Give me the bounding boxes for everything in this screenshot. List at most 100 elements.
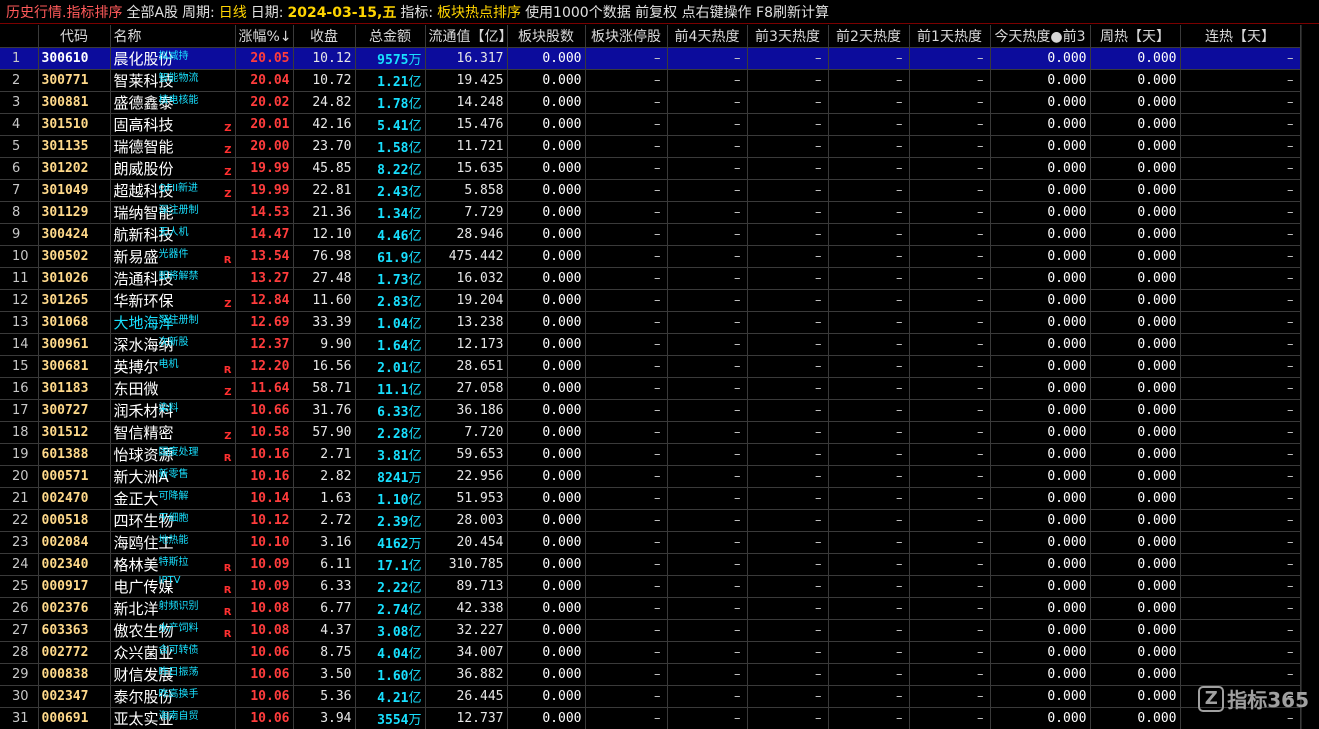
- column-header[interactable]: 板块股数: [507, 25, 586, 48]
- column-header[interactable]: 名称: [110, 25, 236, 48]
- amount-unit: 亿: [408, 118, 422, 134]
- table-row[interactable]: 4 301510 固高科技 Z 20.01 42.16 5.41亿 15.476 0.000– –…: [0, 113, 1301, 136]
- change-percent: 10.06: [235, 685, 294, 708]
- column-header[interactable]: 前3天热度: [747, 25, 829, 48]
- vertical-scrollbar[interactable]: [1301, 25, 1319, 729]
- stock-name-cell: 傲农生物 水产饲料 R: [110, 619, 236, 642]
- concept-tag: 电机: [158, 358, 179, 370]
- table-row[interactable]: 28 002772 众兴菌业 含可转债 10.06 8.75 4.04亿 34.007 0.00…: [0, 641, 1301, 664]
- amount-value: 4.04: [377, 646, 409, 662]
- table-row[interactable]: 19 601388 怡球资源 固废处理 R 10.16 2.71 3.81亿 59.653 0.0…: [0, 443, 1301, 466]
- sector-limit-up: –: [585, 531, 668, 554]
- column-header[interactable]: 前1天热度: [909, 25, 991, 48]
- heat-d1: –: [909, 553, 991, 576]
- float-cap: 7.720: [425, 421, 508, 444]
- sector-limit-up: –: [585, 135, 668, 158]
- sector-stock-count: 0.000: [507, 157, 586, 180]
- amount-value: 2.43: [377, 184, 409, 200]
- column-header[interactable]: 前4天热度: [667, 25, 748, 48]
- table-row[interactable]: 15 300681 英搏尔 电机 R 12.20 16.56 2.01亿 28.651 0.000…: [0, 355, 1301, 378]
- table-row[interactable]: 30 002347 泰尔股份 昨高换手 10.06 5.36 4.21亿 26.445 0.00…: [0, 685, 1301, 708]
- stock-name-cell: 四环生物 干细胞: [110, 509, 236, 532]
- table-row[interactable]: 5 301135 瑞德智能 Z 20.00 23.70 1.58亿 11.721 0.000– –…: [0, 135, 1301, 158]
- column-header[interactable]: 前2天热度: [828, 25, 910, 48]
- table-row[interactable]: 24 002340 格林美 特斯拉 R 10.09 6.11 17.1亿 310.785 0.00…: [0, 553, 1301, 576]
- sector-stock-count: 0.000: [507, 465, 586, 488]
- table-row[interactable]: 22 000518 四环生物 干细胞 10.12 2.72 2.39亿 28.003 0.000…: [0, 509, 1301, 532]
- amount-unit: 亿: [408, 580, 422, 596]
- sector-stock-count: 0.000: [507, 399, 586, 422]
- history-label[interactable]: 历史行情.指标排序: [6, 2, 122, 22]
- table-row[interactable]: 6 301202 朗威股份 Z 19.99 45.85 8.22亿 15.635 0.000– –…: [0, 157, 1301, 180]
- heat-today: 0.000: [990, 553, 1091, 576]
- sector-limit-up: –: [585, 69, 668, 92]
- heat-d3: –: [747, 509, 829, 532]
- heat-d1: –: [909, 311, 991, 334]
- table-row[interactable]: 14 300961 深水海纳 次新股 12.37 9.90 1.64亿 12.173 0.000…: [0, 333, 1301, 356]
- table-row[interactable]: 3 300881 盛德鑫泰 核电核能 20.02 24.82 1.78亿 14.248 0.00…: [0, 91, 1301, 114]
- heat-d4: –: [667, 333, 748, 356]
- column-header[interactable]: 涨幅%↓: [235, 25, 294, 48]
- table-row[interactable]: 27 603363 傲农生物 水产饲料 R 10.08 4.37 3.08亿 32.227 0.0…: [0, 619, 1301, 642]
- heat-d1: –: [909, 289, 991, 312]
- change-percent: 10.58: [235, 421, 294, 444]
- table-row[interactable]: 17 300727 润禾材料 染料 10.66 31.76 6.33亿 36.186 0.000…: [0, 399, 1301, 422]
- heat-d2: –: [828, 377, 910, 400]
- consecutive-heat: –: [1180, 487, 1301, 510]
- column-header[interactable]: 周热【天】: [1090, 25, 1181, 48]
- table-row[interactable]: 21 002470 金正大 可降解 10.14 1.63 1.10亿 51.953 0.000–…: [0, 487, 1301, 510]
- table-row[interactable]: 25 000917 电广传媒 IPTV R 10.09 6.33 2.22亿 89.713 0.0…: [0, 575, 1301, 598]
- column-header[interactable]: 连热【天】: [1180, 25, 1301, 48]
- table-row[interactable]: 2 300771 智莱科技 智能物流 20.04 10.72 1.21亿 19.425 0.00…: [0, 69, 1301, 92]
- week-heat: 0.000: [1090, 575, 1181, 598]
- stock-code: 002772: [38, 641, 111, 664]
- period-value[interactable]: 日线: [219, 2, 247, 22]
- consecutive-heat: –: [1180, 575, 1301, 598]
- amount-value: 5.41: [377, 118, 409, 134]
- table-row[interactable]: 1 300610 晨化股份 拟减持 20.05 10.12 9575万 16.317 0.000…: [0, 47, 1301, 70]
- column-header[interactable]: 流通值【亿】: [425, 25, 508, 48]
- total-amount: 1.58亿: [355, 135, 426, 158]
- date-value[interactable]: 2024-03-15,五: [287, 2, 396, 22]
- week-heat: 0.000: [1090, 47, 1181, 70]
- table-row[interactable]: 29 000838 财信发展 昨日振荡 10.06 3.50 1.60亿 36.882 0.00…: [0, 663, 1301, 686]
- amount-unit: 亿: [408, 184, 422, 200]
- close-price: 1.63: [293, 487, 356, 510]
- column-header[interactable]: [0, 25, 39, 48]
- column-header[interactable]: 代码: [38, 25, 111, 48]
- row-index: 12: [0, 289, 39, 312]
- market-label[interactable]: 全部A股: [126, 2, 178, 22]
- table-row[interactable]: 12 301265 华新环保 Z 12.84 11.60 2.83亿 19.204 0.000–…: [0, 289, 1301, 312]
- indicator-value[interactable]: 板块热点排序: [437, 2, 521, 22]
- close-price: 10.72: [293, 69, 356, 92]
- table-row[interactable]: 26 002376 新北洋 射频识别 R 10.08 6.77 2.74亿 42.338 0.00…: [0, 597, 1301, 620]
- concept-tag: 干细胞: [158, 512, 189, 524]
- concept-tag: 可降解: [158, 490, 189, 502]
- table-row[interactable]: 10 300502 新易盛 光器件 R 13.54 76.98 61.9亿 475.442 0.0…: [0, 245, 1301, 268]
- table-row[interactable]: 11 301026 浩通科技 即将解禁 13.27 27.48 1.73亿 16.032 0.0…: [0, 267, 1301, 290]
- row-index: 16: [0, 377, 39, 400]
- table-row[interactable]: 16 301183 东田微 Z 11.64 58.71 11.1亿 27.058 0.000– –…: [0, 377, 1301, 400]
- heat-d3: –: [747, 47, 829, 70]
- amount-unit: 亿: [408, 316, 422, 332]
- table-row[interactable]: 23 002084 海鸥住工 地热能 10.10 3.16 4162万 20.454 0.000…: [0, 531, 1301, 554]
- table-row[interactable]: 8 301129 瑞纳智能 深注册制 14.53 21.36 1.34亿 7.729 0.000…: [0, 201, 1301, 224]
- column-header[interactable]: 总金额: [355, 25, 426, 48]
- column-header[interactable]: 今天热度●前3: [990, 25, 1091, 48]
- column-header[interactable]: 收盘: [293, 25, 356, 48]
- table-row[interactable]: 18 301512 智信精密 Z 10.58 57.90 2.28亿 7.720 0.000– –…: [0, 421, 1301, 444]
- table-row[interactable]: 13 301068 大地海洋 深注册制 12.69 33.39 1.04亿 13.238 0.0…: [0, 311, 1301, 334]
- heat-today: 0.000: [990, 663, 1091, 686]
- heat-today: 0.000: [990, 377, 1091, 400]
- sector-stock-count: 0.000: [507, 531, 586, 554]
- column-header[interactable]: 板块涨停股: [585, 25, 668, 48]
- week-heat: 0.000: [1090, 487, 1181, 510]
- sector-limit-up: –: [585, 509, 668, 532]
- table-row[interactable]: 9 300424 航新科技 无人机 14.47 12.10 4.46亿 28.946 0.000…: [0, 223, 1301, 246]
- table-row[interactable]: 20 000571 新大洲A 新零售 10.16 2.82 8241万 22.956 0.000…: [0, 465, 1301, 488]
- sector-limit-up: –: [585, 377, 668, 400]
- table-row[interactable]: 7 301049 超越科技 QFII新进 Z 19.99 22.81 2.43亿 5.858 0.…: [0, 179, 1301, 202]
- change-percent: 10.06: [235, 663, 294, 686]
- stock-name-cell: 海鸥住工 地热能: [110, 531, 236, 554]
- table-row[interactable]: 31 000691 亚太实业 海南自贸 10.06 3.94 3554万 12.737 0.00…: [0, 707, 1301, 729]
